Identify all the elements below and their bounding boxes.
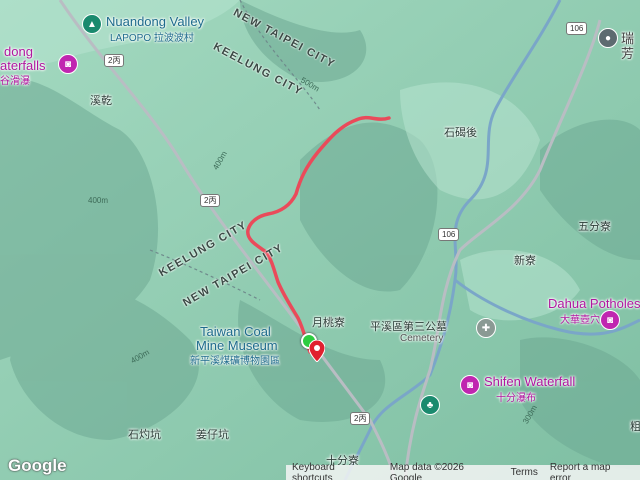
shifen-waterfall-sublabel: 十分瀑布	[496, 393, 536, 404]
road-shield-2bing: 2丙	[104, 54, 125, 67]
terms-link[interactable]: Terms	[511, 467, 538, 478]
report-error-link[interactable]: Report a map error	[550, 462, 634, 480]
road-shield-106: 106	[438, 228, 460, 241]
google-logo: Google	[8, 456, 67, 475]
shifen-waterfall-pin[interactable]: ◙	[460, 375, 480, 395]
dahua-potholes-label[interactable]: Dahua Potholes	[548, 296, 640, 311]
cemetery-sublabel: Cemetery	[400, 333, 444, 344]
park-pin[interactable]: ♣	[420, 395, 440, 415]
place-shikehou: 石碣後	[444, 127, 477, 139]
nuandong-valley-pin[interactable]: ▲	[82, 14, 102, 34]
rui-pin[interactable]: ●	[598, 28, 618, 48]
shifen-waterfall-label[interactable]: Shifen Waterfall	[484, 374, 575, 389]
end-marker-icon[interactable]	[309, 340, 325, 362]
terrain-layer	[0, 0, 640, 480]
waterfalls-label-1[interactable]: dong	[4, 44, 33, 59]
waterfalls-sublabel: 谷滑瀑	[0, 76, 30, 87]
coal-mine-sublabel: 新平溪煤礦博物園區	[190, 356, 280, 367]
attribution-bar: Keyboard shortcuts Map data ©2026 Google…	[286, 461, 640, 480]
place-yuetaoliao: 月桃寮	[312, 317, 345, 329]
rui-label-2: 芳	[621, 46, 635, 61]
waterfalls-label-2[interactable]: aterfalls	[0, 58, 46, 73]
keyboard-shortcuts-link[interactable]: Keyboard shortcuts	[292, 462, 378, 480]
nuandong-valley-sublabel: LAPOPO 拉波波村	[110, 33, 194, 44]
place-xinliao: 新寮	[514, 255, 536, 267]
place-gui: 粗	[630, 421, 640, 433]
road-shield-2bing: 2丙	[350, 412, 371, 425]
nuandong-valley-label[interactable]: Nuandong Valley	[106, 14, 204, 29]
cemetery-label: 平溪區第三公墓	[370, 321, 447, 333]
place-shizhuokeng: 石灼坑	[128, 429, 161, 441]
map-canvas[interactable]: ▲ Nuandong Valley LAPOPO 拉波波村 dong aterf…	[0, 0, 640, 480]
waterfalls-pin[interactable]: ◙	[58, 54, 78, 74]
map-data-text: Map data ©2026 Google	[389, 461, 464, 480]
coal-mine-label-2[interactable]: Mine Museum	[196, 338, 278, 353]
dahua-potholes-sublabel: 大華壺穴	[560, 315, 600, 326]
road-shield-2bing: 2丙	[200, 194, 221, 207]
place-xigan: 溪乾	[90, 95, 112, 107]
coal-mine-label-1[interactable]: Taiwan Coal	[200, 324, 271, 339]
contour-label: 400m	[88, 196, 109, 205]
cemetery-pin[interactable]: ✚	[476, 318, 496, 338]
place-wufenliao: 五分寮	[578, 221, 611, 233]
road-shield-106: 106	[566, 22, 588, 35]
place-jiangzikeng: 姜仔坑	[196, 429, 229, 441]
dahua-potholes-pin[interactable]: ◙	[600, 310, 620, 330]
